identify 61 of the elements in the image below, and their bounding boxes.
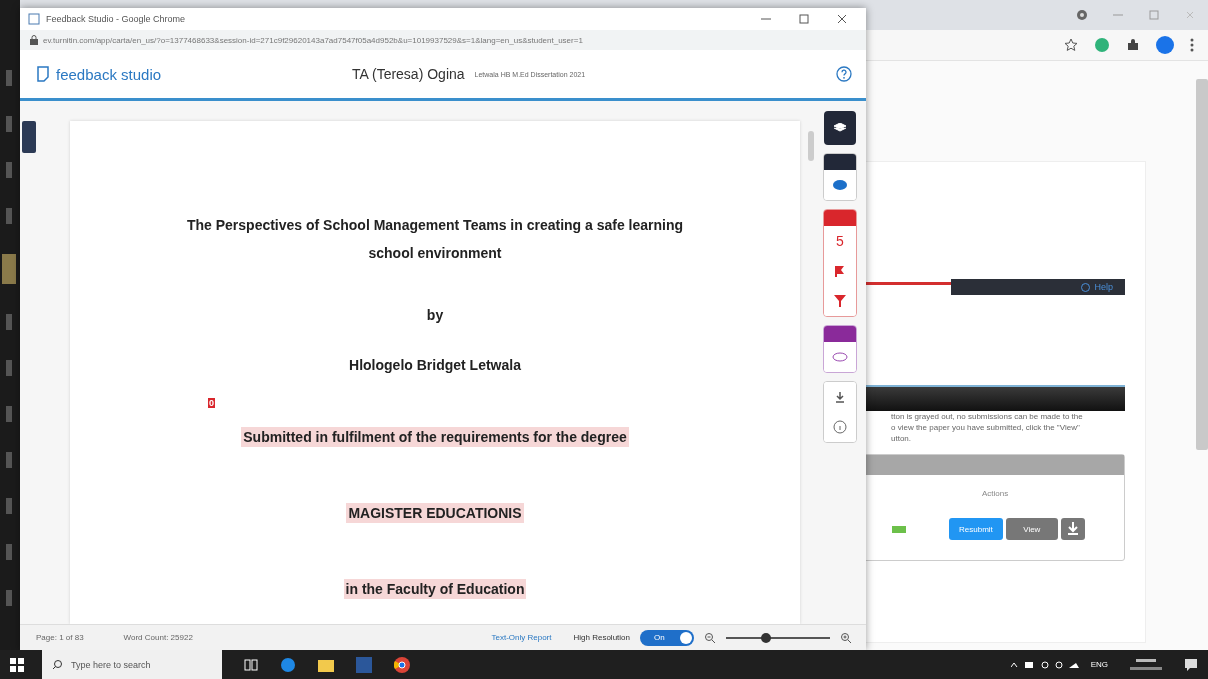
document-text: Hlologelo Bridget Letwala [349, 356, 521, 375]
page-count: Page: 1 of 83 [36, 633, 84, 642]
resolution-label: High Resolution [573, 633, 630, 642]
student-name: TA (Teresa) Ogina [352, 66, 465, 82]
task-view-icon[interactable] [244, 657, 258, 672]
document-text: in the Faculty of Education [343, 579, 527, 599]
text-only-report-link[interactable]: Text-Only Report [491, 633, 552, 642]
sidebar-toggle[interactable] [22, 121, 36, 153]
flag-icon [834, 265, 846, 277]
star-icon[interactable] [1064, 38, 1078, 52]
document-text: MAGISTER EDUCATIONIS [346, 503, 524, 523]
layers-button[interactable] [824, 111, 856, 145]
scrollbar[interactable] [808, 131, 814, 161]
system-tray-icons-drawing[interactable] [1010, 659, 1081, 670]
logo-icon [36, 66, 50, 82]
window-title: Feedback Studio - Google Chrome [46, 14, 186, 24]
notification-icon[interactable] [1184, 657, 1198, 672]
document-text: The Perspectives of School Management Teams in creating a safe learning school environment [185, 216, 685, 263]
notice-text: tton is grayed out, no submissions can be made to the [891, 411, 1084, 422]
scrollbar[interactable] [1196, 79, 1208, 450]
brand-name: feedback studio [56, 65, 162, 83]
extension-icon[interactable] [1094, 37, 1110, 53]
column-header: Actions [982, 489, 1009, 498]
resubmit-button[interactable]: Resubmit [949, 518, 1003, 540]
notice-text: utton. [891, 433, 912, 444]
quote-icon [832, 352, 848, 362]
avatar-icon[interactable] [1156, 36, 1174, 54]
word-app-icon[interactable] [356, 656, 372, 673]
zoom-in-icon[interactable] [840, 631, 852, 644]
folder-icon[interactable] [318, 657, 334, 672]
taskbar-search-field[interactable]: Type here to search [42, 650, 222, 679]
close-icon[interactable] [836, 13, 848, 25]
record-icon[interactable] [1076, 9, 1088, 21]
browser-icon[interactable] [280, 656, 296, 673]
notice-text: o view the paper you have submitted, click the "View" [891, 422, 1081, 433]
resolution-toggle[interactable]: On [640, 629, 694, 646]
document-text: by [426, 306, 444, 325]
filter-icon [834, 295, 846, 307]
help-link[interactable]: Help [1094, 282, 1113, 292]
zoom-out-icon[interactable] [704, 631, 716, 644]
language-indicator[interactable]: ENG [1090, 660, 1108, 669]
info-icon [833, 420, 847, 434]
layers-icon [834, 123, 846, 133]
view-button[interactable]: View [1005, 518, 1058, 540]
chrome-app-icon[interactable] [394, 656, 410, 673]
word-count: Word Count: 25922 [123, 633, 193, 642]
download-button[interactable] [1060, 518, 1085, 540]
lock-icon [30, 35, 38, 45]
document-text: Submitted in fulfilment of the requirements for the degree [241, 427, 629, 447]
comment-icon [833, 179, 847, 191]
status-badge [892, 525, 906, 533]
match-marker[interactable]: 0 [208, 398, 215, 408]
search-icon [52, 659, 63, 670]
page-icon [28, 13, 40, 25]
menu-icon[interactable] [1190, 38, 1194, 52]
download-icon [1066, 521, 1079, 535]
maximize-icon[interactable] [798, 13, 810, 25]
download-icon [835, 391, 845, 403]
puzzle-icon[interactable] [1126, 38, 1140, 52]
zoom-thumb[interactable] [760, 632, 771, 643]
windows-start-icon[interactable] [10, 657, 24, 672]
